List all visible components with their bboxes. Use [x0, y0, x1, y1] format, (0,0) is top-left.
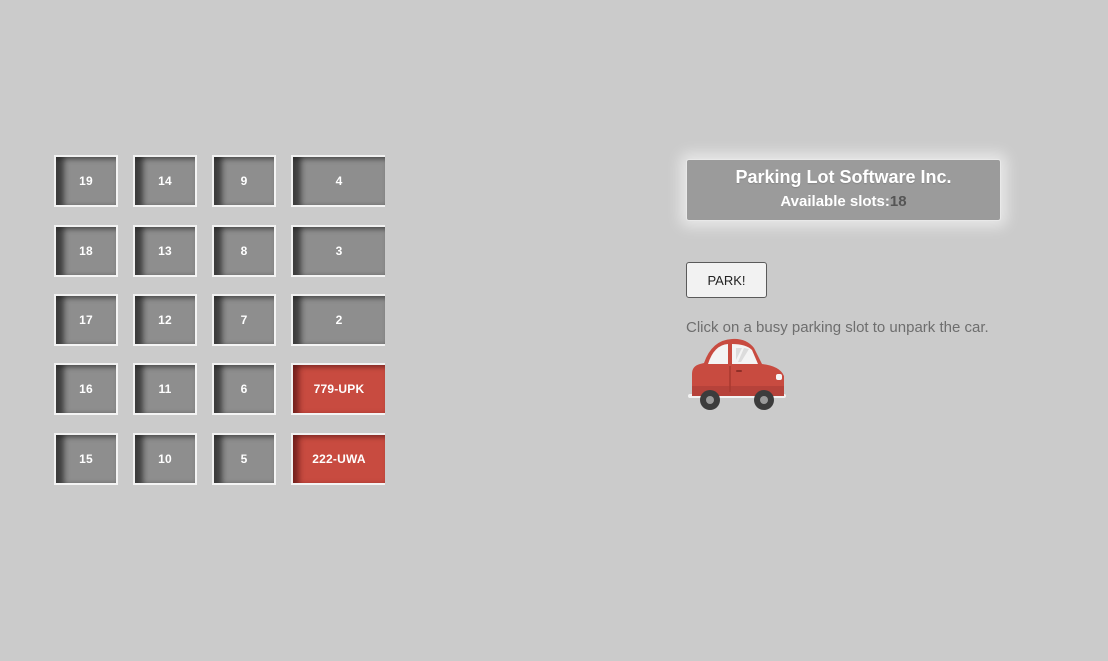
parking-slot[interactable]: 18 [54, 225, 118, 277]
parking-slot[interactable]: 16 [54, 363, 118, 415]
slot-label: 12 [158, 313, 172, 327]
slot-label: 17 [79, 313, 93, 327]
parking-slot[interactable]: 6 [212, 363, 276, 415]
parking-slot[interactable]: 5 [212, 433, 276, 485]
parking-slot[interactable]: 12 [133, 294, 197, 346]
parking-slot[interactable]: 14 [133, 155, 197, 207]
slot-label: 11 [158, 382, 172, 396]
parking-app: 19 14 9 4 18 13 8 3 17 12 7 2 16 11 6 77… [0, 0, 1108, 661]
slot-label: 16 [79, 382, 93, 396]
parking-slot[interactable]: 13 [133, 225, 197, 277]
busy-parking-slot[interactable]: 222-UWA [291, 433, 385, 485]
slot-label: 15 [79, 452, 93, 466]
slot-label: 8 [240, 244, 248, 258]
available-slots: Available slots:18 [687, 193, 1000, 210]
parking-slot[interactable]: 4 [291, 155, 385, 207]
parking-slot[interactable]: 17 [54, 294, 118, 346]
slot-label: 14 [158, 174, 172, 188]
slot-label: 18 [79, 244, 93, 258]
car-icon [688, 338, 786, 410]
slot-label: 3 [335, 244, 343, 258]
slot-label: 19 [79, 174, 93, 188]
busy-parking-slot[interactable]: 779-UPK [291, 363, 385, 415]
parking-slot[interactable]: 3 [291, 225, 385, 277]
parking-slot[interactable]: 10 [133, 433, 197, 485]
parking-lot: 19 14 9 4 18 13 8 3 17 12 7 2 16 11 6 77… [54, 155, 386, 487]
company-title: Parking Lot Software Inc. [735, 167, 952, 187]
parking-slot[interactable]: 11 [133, 363, 197, 415]
slot-label: 6 [240, 382, 248, 396]
info-panel: Parking Lot Software Inc. Available slot… [686, 159, 1001, 221]
unpark-hint: Click on a busy parking slot to unpark t… [686, 319, 989, 336]
license-plate: 779-UPK [313, 382, 365, 396]
slot-label: 13 [158, 244, 172, 258]
parking-slot[interactable]: 19 [54, 155, 118, 207]
slot-label: 9 [240, 174, 248, 188]
available-slots-label: Available slots: [780, 193, 890, 210]
parking-slot[interactable]: 15 [54, 433, 118, 485]
parking-slot[interactable]: 9 [212, 155, 276, 207]
park-button[interactable]: PARK! [686, 262, 767, 298]
slot-label: 2 [335, 313, 343, 327]
slot-label: 7 [240, 313, 248, 327]
slot-label: 4 [335, 174, 343, 188]
parking-slot[interactable]: 7 [212, 294, 276, 346]
slot-label: 10 [158, 452, 172, 466]
parking-slot[interactable]: 8 [212, 225, 276, 277]
license-plate: 222-UWA [312, 452, 366, 466]
parking-slot[interactable]: 2 [291, 294, 385, 346]
available-slots-count: 18 [889, 193, 907, 210]
slot-label: 5 [240, 452, 248, 466]
